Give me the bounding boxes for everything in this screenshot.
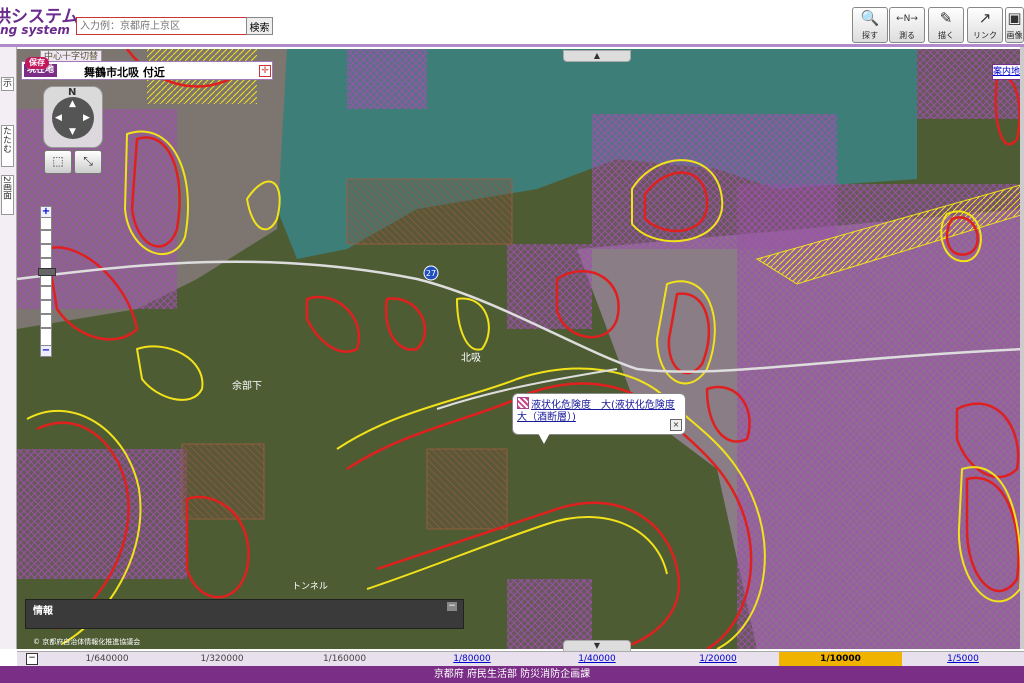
hazard-zone-brown xyxy=(181,443,265,520)
tunnel-label: トンネル xyxy=(292,581,328,592)
footer-credit: 京都府 府民生活部 防災消防企画課 xyxy=(0,666,1024,683)
current-location-box: 現在地 舞鶴市北吸 付近 xyxy=(21,61,273,80)
logo-title-en: ing system xyxy=(0,23,70,37)
pan-right-icon[interactable]: ▶ xyxy=(83,113,90,123)
search-button[interactable]: 検索 xyxy=(246,17,273,35)
save-button[interactable]: 保存 xyxy=(25,57,49,69)
hazard-zone-brown xyxy=(346,178,513,245)
scale-option-link[interactable]: 1/40000 xyxy=(537,652,657,667)
scale-option-link[interactable]: 1/5000 xyxy=(902,652,1024,667)
pan-control[interactable]: N ▲ ▼ ◀ ▶ xyxy=(43,86,103,148)
info-panel: 情報 − xyxy=(25,599,464,629)
liquefaction-zone xyxy=(347,49,427,109)
map-layers: 27 北吸 余部下 トンネル xyxy=(17,49,1024,649)
popup-link[interactable]: 液状化危険度 大(液状化危険度大（酒断層）) xyxy=(517,397,682,424)
scale-option: 1/640000 xyxy=(85,654,129,664)
link-tool-button[interactable]: ↗ リンク xyxy=(967,7,1003,43)
popup-close-icon[interactable]: × xyxy=(670,419,682,431)
image-icon: ▣ xyxy=(1007,9,1022,27)
route-number-label: 27 xyxy=(426,269,436,278)
sidebar-tab-display[interactable]: 示 xyxy=(1,77,14,91)
box-zoom-out-button[interactable]: ⤡ xyxy=(74,150,102,174)
liquefaction-zone xyxy=(17,449,187,579)
address-search-input[interactable] xyxy=(76,17,248,35)
box-zoom-in-button[interactable]: ⬚ xyxy=(44,150,72,174)
place-label-amabe: 余部下 xyxy=(232,379,262,392)
zoom-in-button[interactable]: + xyxy=(40,206,52,218)
map-panel-top-toggle[interactable]: ▲ xyxy=(563,50,631,62)
current-location-text: 舞鶴市北吸 付近 xyxy=(84,66,165,79)
pan-down-icon[interactable]: ▼ xyxy=(69,127,76,137)
right-scrollbar[interactable] xyxy=(1020,47,1024,649)
left-sidebar: 示 たたむ 2画面 xyxy=(0,47,17,649)
app-header: 供システム ing system 検索 🔍 探す ←N→ 測る ✎ 描く ↗ リ… xyxy=(0,0,1024,47)
link-icon: ↗ xyxy=(978,9,992,27)
scalebar-collapse-button[interactable]: − xyxy=(26,653,38,665)
scale-option-link[interactable]: 1/80000 xyxy=(407,652,537,667)
map-canvas[interactable]: 27 北吸 余部下 トンネル xyxy=(17,49,1024,649)
place-label-kitasui: 北吸 xyxy=(461,352,481,364)
liquefaction-zone xyxy=(917,49,1024,119)
pan-up-icon[interactable]: ▲ xyxy=(69,99,76,109)
search-icon: 🔍 xyxy=(860,9,880,27)
image-tool-button[interactable]: ▣ 画像 xyxy=(1005,7,1024,43)
info-panel-minimize-button[interactable]: − xyxy=(447,602,457,611)
feature-info-popup: 液状化危険度 大(液状化危険度大（酒断層）) × xyxy=(512,393,686,435)
zoom-slider[interactable] xyxy=(40,208,52,356)
zoom-slider-handle[interactable] xyxy=(38,268,56,276)
measure-icon: ←N→ xyxy=(896,14,918,24)
measure-tool-button[interactable]: ←N→ 測る xyxy=(889,7,925,43)
draw-tool-button[interactable]: ✎ 描く xyxy=(928,7,964,43)
map-copyright: © 京都府自治体情報化推進協議会 xyxy=(33,638,141,646)
legend-swatch-icon xyxy=(517,397,529,409)
info-panel-title: 情報 xyxy=(33,606,53,617)
scale-option: 1/320000 xyxy=(200,654,244,664)
zoom-out-button[interactable]: − xyxy=(40,345,52,357)
sidebar-collapse-tab[interactable]: たたむ xyxy=(1,125,14,167)
sidebar-dual-view-tab[interactable]: 2画面 xyxy=(1,175,14,215)
liquefaction-zone xyxy=(507,579,592,649)
scale-option-link[interactable]: 1/20000 xyxy=(657,652,779,667)
pan-left-icon[interactable]: ◀ xyxy=(55,113,62,123)
scale-option-active[interactable]: 1/10000 xyxy=(779,652,902,667)
popup-tail xyxy=(538,433,550,444)
center-target-icon[interactable]: ✛ xyxy=(259,65,271,77)
search-tool-button[interactable]: 🔍 探す xyxy=(852,7,888,43)
scale-selector: 1/640000 1/320000 1/160000 1/80000 1/400… xyxy=(17,651,1024,667)
scale-option: 1/160000 xyxy=(322,654,367,664)
draw-icon: ✎ xyxy=(939,9,953,27)
hazard-zone-brown xyxy=(426,448,508,530)
